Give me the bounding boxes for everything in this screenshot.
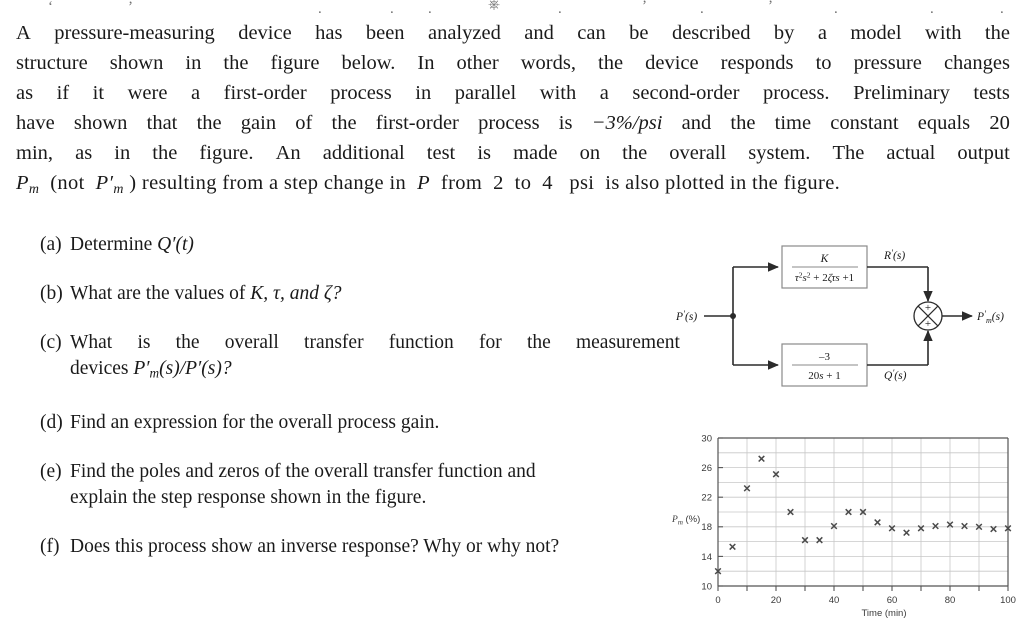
question-list: (a) Determine Q′(t) (b) What are the val… — [40, 232, 680, 583]
data-point — [874, 519, 881, 526]
problem-statement: A pressure-measuring device has been ana… — [16, 18, 1010, 205]
first-order-gain-value: −3%/psi — [591, 112, 663, 134]
question-body-d: Find an expression for the overall proce… — [70, 411, 440, 433]
x-tick-label: 20 — [771, 595, 782, 606]
question-body-b: What are the values of K, τ, and ζ? — [70, 283, 342, 304]
question-c-line-2: devices P′m(s)/P′(s)? — [70, 358, 232, 381]
statement-line-1: A pressure-measuring device has been ana… — [16, 22, 1010, 44]
diagram-input-label: P′(s) — [675, 309, 697, 323]
data-point — [903, 529, 910, 537]
pm-prime-symbol: P′m — [95, 172, 124, 197]
second-order-denominator: τ2s2 + 2ζτs +1 — [795, 271, 854, 285]
statement-line-6: Pm (not P′m ) resulting from a step chan… — [16, 172, 841, 197]
question-body-e: Find the poles and zeros of the overall … — [70, 459, 680, 511]
statement-line-3: as if it were a first-order process in p… — [16, 82, 1010, 104]
summer-sign-bottom: + — [925, 318, 931, 330]
x-tick-label: 60 — [887, 595, 898, 606]
clipped-text-row: ‘ ’ . . . ⎈ . ’ . ’ . . . — [48, 0, 1004, 17]
k-tau-zeta-symbols: K, τ, and ζ? — [250, 283, 342, 304]
data-point — [758, 455, 765, 463]
q-prime-t-symbol: Q′(t) — [157, 234, 194, 255]
question-item-d: (d) Find an expression for the overall p… — [40, 410, 680, 436]
data-point — [816, 536, 823, 544]
p-symbol: P — [417, 172, 430, 194]
step-response-chart-svg: 10 14 18 22 26 30 0 20 40 60 80 100 Time (min) Pm (… — [671, 433, 1016, 619]
question-item-e: (e) Find the poles and zeros of the over… — [40, 459, 680, 511]
y-tick-label: 30 — [701, 433, 712, 444]
question-item-c: (c) What is the overall transfer function for t… — [40, 330, 680, 387]
question-body-f: Does this process show an inverse respon… — [70, 535, 560, 557]
question-c-line-1: What is the overall transfer function for the me… — [70, 332, 680, 353]
x-tick-label: 0 — [715, 595, 720, 606]
chart-tick-labels: 10 14 18 22 26 30 0 20 40 60 80 100 — [701, 433, 1016, 606]
step-to-value: 4 — [542, 172, 553, 194]
question-item-a: (a) Determine Q′(t) — [40, 232, 680, 258]
question-body-a: Determine Q′(t) — [70, 234, 194, 255]
diagram-r-prime-label: R′(s) — [883, 248, 905, 262]
question-label-e: (e) — [40, 460, 62, 482]
question-body-c: What is the overall transfer function for the me… — [70, 330, 680, 387]
step-units: psi — [569, 172, 595, 194]
question-label-f: (f) — [40, 535, 60, 557]
question-e-line-2: explain the step response shown in the f… — [70, 486, 427, 508]
first-order-numerator: –3 — [818, 351, 831, 363]
diagram-q-prime-label: Q′(s) — [884, 368, 907, 382]
data-point — [961, 522, 968, 530]
x-tick-label: 80 — [945, 595, 956, 606]
statement-line-2: structure shown in the figure below. In … — [16, 52, 1010, 74]
question-label-b: (b) — [40, 283, 63, 304]
pm-symbol: Pm — [16, 172, 40, 197]
y-tick-label: 14 — [701, 552, 712, 563]
statement-line-5: min, as in the figure. An additional tes… — [16, 142, 1010, 164]
question-e-line-1: Find the poles and zeros of the overall … — [70, 460, 536, 482]
block-diagram-figure: P′(s) K τ2s2 + 2ζτs +1 R′(s) –3 20s + 1 — [672, 243, 1024, 393]
y-tick-label: 26 — [701, 463, 712, 474]
question-label-c: (c) — [40, 332, 62, 353]
x-tick-label: 100 — [1000, 595, 1016, 606]
chart-x-axis-label: Time (min) — [861, 608, 906, 619]
question-label-a: (a) — [40, 234, 62, 255]
pm-transfer-ratio-symbol: P′m(s)/P′(s)? — [133, 358, 232, 381]
second-order-numerator: K — [820, 253, 830, 265]
question-label-d: (d) — [40, 411, 63, 433]
y-tick-label: 22 — [701, 493, 712, 504]
summer-sign-top: + — [925, 302, 931, 314]
question-item-f: (f) Does this process show an inverse re… — [40, 534, 680, 560]
y-tick-label: 18 — [701, 522, 712, 533]
y-tick-label: 10 — [701, 581, 712, 592]
step-response-chart: 10 14 18 22 26 30 0 20 40 60 80 100 Time (min) Pm (… — [666, 424, 1024, 624]
statement-line-4: have shown that the gain of the first-or… — [16, 108, 1010, 138]
first-order-denominator: 20s + 1 — [808, 370, 841, 382]
time-constant-value: 20 — [989, 112, 1010, 134]
step-from-value: 2 — [493, 172, 504, 194]
chart-y-axis-label: Pm (%) — [671, 514, 700, 527]
data-point — [729, 543, 736, 551]
data-point — [932, 522, 939, 530]
diagram-output-label: P′m(s) — [976, 309, 1004, 325]
x-tick-label: 40 — [829, 595, 840, 606]
question-item-b: (b) What are the values of K, τ, and ζ? — [40, 281, 680, 307]
block-diagram-svg: P′(s) K τ2s2 + 2ζτs +1 R′(s) –3 20s + 1 — [675, 245, 1004, 387]
